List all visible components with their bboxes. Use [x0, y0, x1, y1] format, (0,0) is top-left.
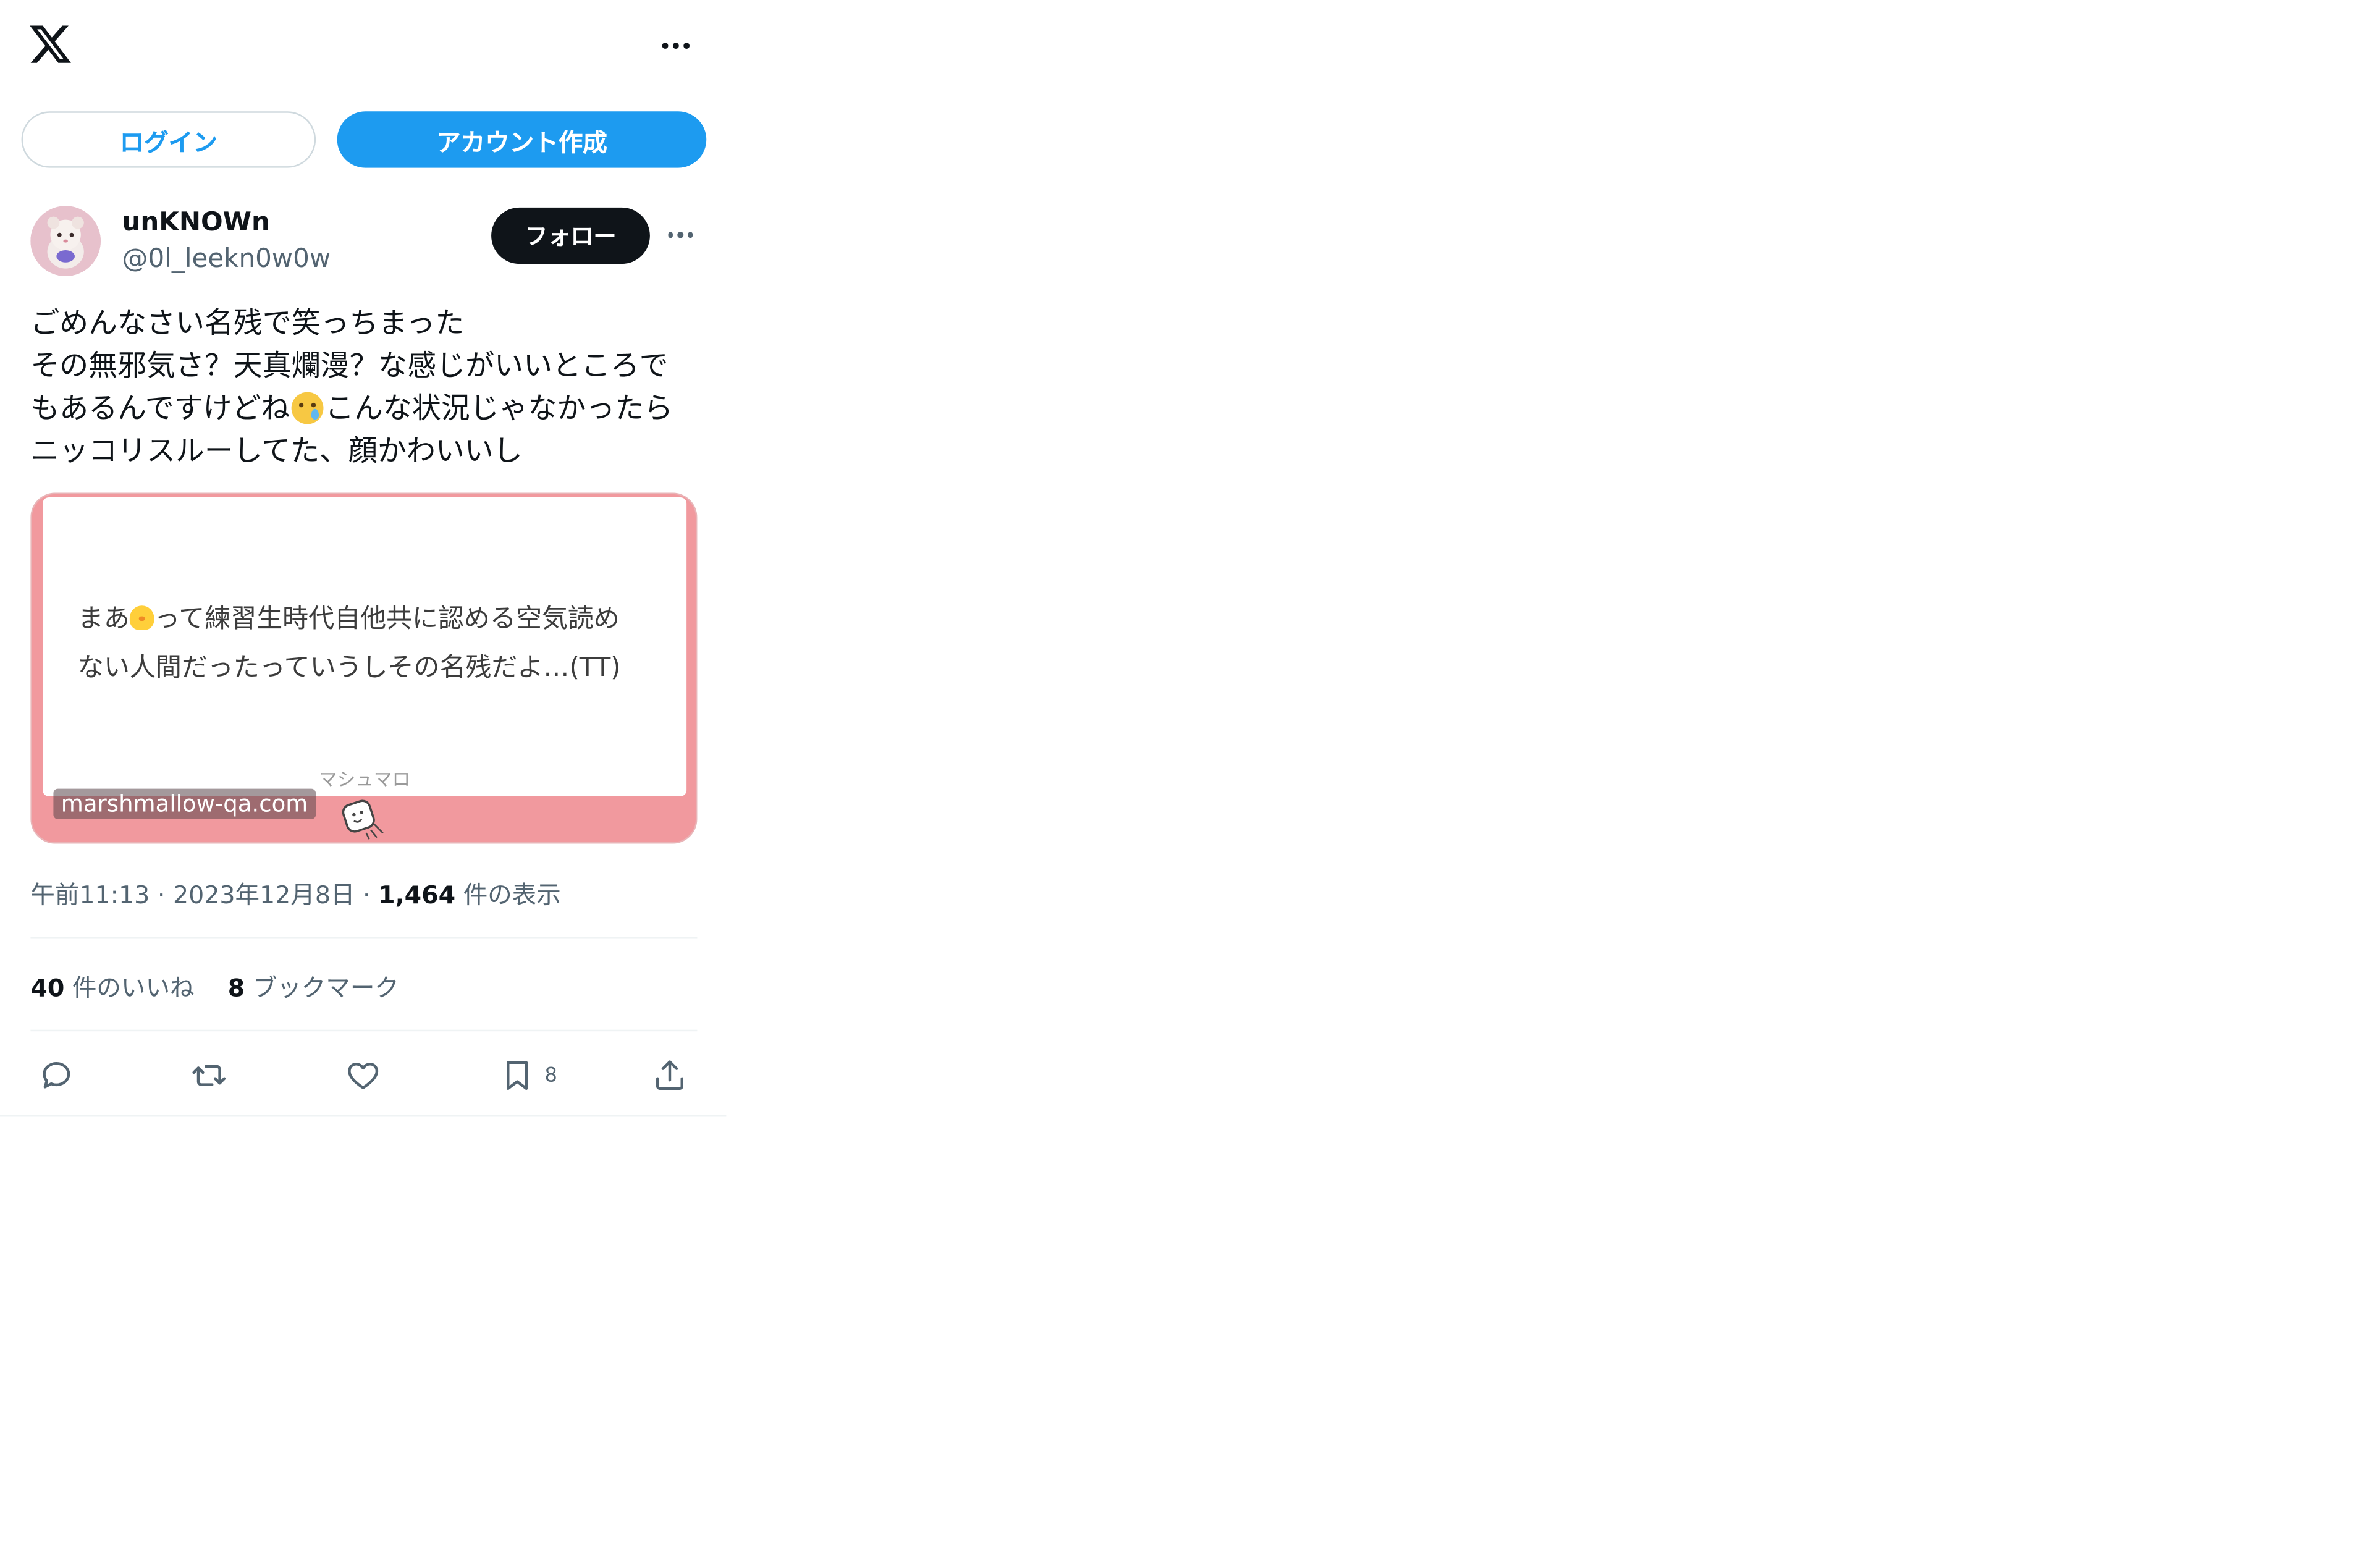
card-brand: マシュマロ: [319, 769, 411, 791]
tweet-line: ニッコリスルーしてた、顔かわいいし: [30, 434, 523, 469]
reply-icon: [43, 1062, 70, 1089]
card-domain-label: marshmallow-qa.com: [53, 788, 316, 819]
more-horizontal-icon[interactable]: [653, 25, 699, 67]
tweet-time[interactable]: 午前11:13: [30, 880, 150, 909]
tweet-line: ごめんなさい名残で笑っちまった: [30, 306, 465, 340]
like-button[interactable]: [345, 1053, 381, 1099]
login-button[interactable]: ログイン: [21, 111, 316, 168]
tweet-page: ログイン アカウント作成 unKNOWn @0l_leekn0w0w フォロー …: [0, 0, 2380, 1565]
author-name[interactable]: unKNOWn: [122, 208, 270, 238]
bookmark-button[interactable]: 8: [499, 1053, 557, 1099]
signup-button[interactable]: アカウント作成: [337, 111, 707, 168]
views-label: 件の表示: [455, 880, 561, 909]
meta-separator: ·: [150, 880, 173, 909]
likes-stat[interactable]: 40 件のいいね: [30, 973, 194, 1002]
chick-icon: [129, 605, 154, 630]
follow-button[interactable]: フォロー: [491, 207, 650, 264]
divider: [30, 1029, 698, 1032]
card-text-line: ない人間だったっていうしその名残だよ…(TT): [77, 652, 621, 684]
bookmarks-label: ブックマーク: [245, 973, 399, 1003]
more-options-icon[interactable]: [660, 214, 700, 256]
likes-count: 40: [30, 973, 65, 1003]
tweet-line: もあるんですけどね こんな状況じゃなかったら: [30, 387, 717, 430]
card-question-text: まあ って練習生時代自他共に認める空気読め ない人間だったっていうしその名残だよ……: [78, 595, 673, 693]
card-text-part: って練習生時代自他共に認める空気読め: [154, 604, 620, 635]
tweet-text: ごめんなさい名残で笑っちまった その無邪気さ？天真爛漫？な感じがいいところで も…: [30, 302, 717, 473]
tweet-meta: 午前11:13 · 2023年12月8日 · 1,464 件の表示: [30, 874, 560, 911]
bookmarks-count: 8: [227, 973, 245, 1003]
marshmallow-mascot-icon: [337, 796, 392, 842]
smiling-face-with-tear-icon: [291, 392, 324, 424]
tweet-line-part: こんな状況じゃなかったら: [325, 392, 673, 426]
bookmark-icon: [507, 1061, 528, 1090]
avatar[interactable]: [30, 206, 101, 276]
author-handle[interactable]: @0l_leekn0w0w: [122, 244, 331, 274]
retweet-button[interactable]: [191, 1053, 227, 1099]
share-icon: [656, 1060, 683, 1090]
avatar-hamster-icon: [30, 206, 101, 276]
tweet-date[interactable]: 2023年12月8日: [173, 880, 355, 909]
card-text-part: まあ: [77, 604, 130, 635]
heart-icon: [348, 1063, 379, 1089]
card-text-line: まあ って練習生時代自他共に認める空気読め: [78, 595, 673, 644]
bookmark-count: 8: [544, 1064, 557, 1087]
reply-button[interactable]: [38, 1053, 75, 1099]
link-card[interactable]: まあ って練習生時代自他共に認める空気読め ない人間だったっていうしその名残だよ……: [30, 492, 698, 844]
x-logo-icon[interactable]: [27, 22, 73, 67]
card-image: まあ って練習生時代自他共に認める空気読め ない人間だったっていうしその名残だよ……: [43, 497, 687, 796]
share-button[interactable]: [651, 1053, 688, 1099]
tweet-line: その無邪気さ？天真爛漫？な感じがいいところで: [30, 349, 669, 383]
divider: [30, 937, 698, 939]
tweet-bottom-border: [0, 1115, 727, 1117]
views-count: 1,464: [378, 880, 456, 909]
tweet-line-part: もあるんですけどね: [30, 392, 290, 426]
bookmarks-stat[interactable]: 8 ブックマーク: [228, 973, 399, 1002]
tweet-stats: 40 件のいいね 8 ブックマーク: [30, 967, 399, 1003]
retweet-icon: [192, 1065, 226, 1086]
likes-label: 件のいいね: [64, 973, 195, 1003]
meta-separator: ·: [355, 880, 379, 909]
